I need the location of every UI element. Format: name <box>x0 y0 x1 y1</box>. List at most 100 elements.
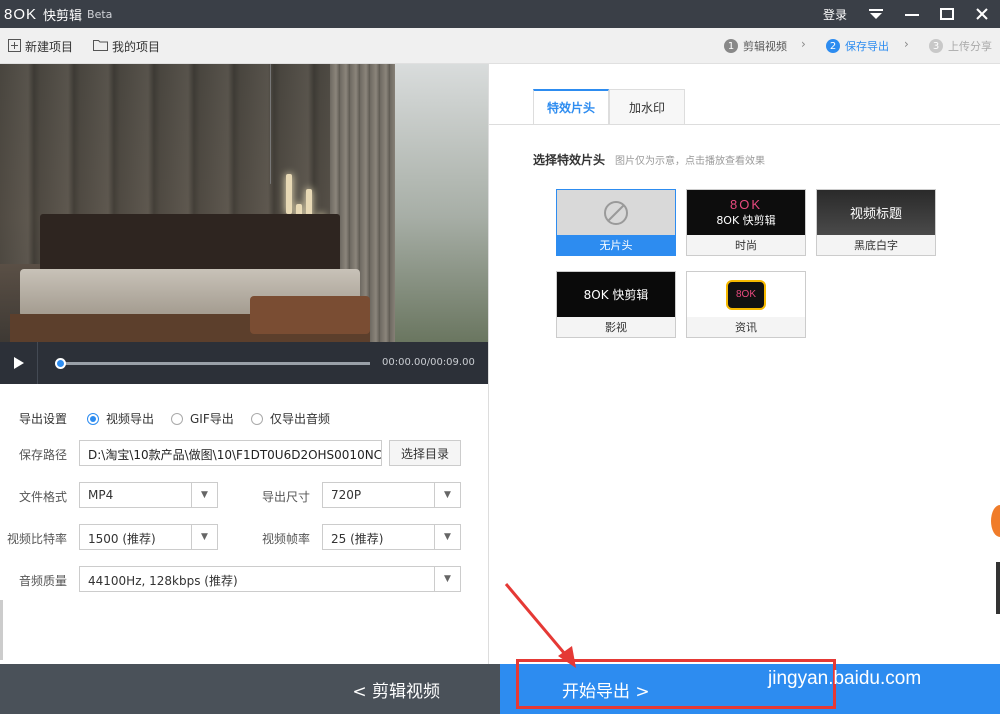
panel-divider <box>488 64 489 664</box>
intro-thumb: 8OK 快剪辑 <box>557 272 675 317</box>
preview-headboard <box>40 214 340 274</box>
save-path-label: 保存路径 <box>19 448 68 462</box>
intro-thumb: 视频标题 <box>817 190 935 235</box>
intro-thumb <box>557 190 675 235</box>
progress-track[interactable] <box>58 362 370 365</box>
new-project-button[interactable]: 新建项目 <box>8 38 73 55</box>
radio-dot <box>251 412 263 425</box>
step-save-export[interactable]: 2 保存导出 <box>826 38 889 54</box>
annotation-arrow-icon <box>504 583 576 668</box>
right-tabs: 特效片头 加水印 <box>533 89 685 124</box>
file-format-select[interactable]: MP4 ▼ <box>79 482 218 508</box>
save-path-field[interactable]: D:\淘宝\10款产品\做图\10\F1DT0U6D2OHS0010NC <box>79 440 382 466</box>
bitrate-label: 视频比特率 <box>7 532 68 546</box>
intro-thumb: 8OK <box>687 272 805 317</box>
caret-down-icon: ▼ <box>191 525 217 549</box>
intro-thumb-text: 8OK <box>735 289 756 300</box>
fps-label: 视频帧率 <box>262 532 311 546</box>
step-edit-video[interactable]: 1 剪辑视频 <box>724 38 787 54</box>
intro-card-none[interactable]: 无片头 <box>556 189 676 256</box>
logo-mark: 8OK <box>4 5 38 23</box>
chevron-right-icon: › <box>801 37 806 51</box>
intro-card-film[interactable]: 8OK 快剪辑 影视 <box>556 271 676 338</box>
my-projects-label: 我的项目 <box>112 40 161 54</box>
intro-thumb: 8OK 8OK 快剪辑 <box>687 190 805 235</box>
fps-select[interactable]: 25 (推荐) ▼ <box>322 524 461 550</box>
title-bar: 8OK 快剪辑 Beta 登录 <box>0 0 1000 28</box>
chevron-right-icon: › <box>904 37 909 51</box>
intro-caption: 黑底白字 <box>817 235 935 255</box>
select-value: 25 (推荐) <box>331 532 384 546</box>
export-settings-label: 导出设置 <box>19 412 68 426</box>
intro-caption: 资讯 <box>687 317 805 337</box>
radio-dot <box>87 412 99 425</box>
intro-thumb-text: 8OK 快剪辑 <box>716 214 776 227</box>
file-format-label: 文件格式 <box>19 490 68 504</box>
preview-ottoman <box>250 296 370 334</box>
folder-icon <box>93 39 108 54</box>
step-label: 剪辑视频 <box>743 40 787 53</box>
bitrate-select[interactable]: 1500 (推荐) ▼ <box>79 524 218 550</box>
tab-watermark[interactable]: 加水印 <box>609 89 685 124</box>
app-logo: 8OK 快剪辑 Beta <box>4 4 112 24</box>
radio-dot <box>171 412 183 425</box>
menu-dropdown-icon[interactable] <box>860 0 892 28</box>
watermark-brand: Baidu 经验 <box>770 613 922 646</box>
intro-caption: 时尚 <box>687 235 805 255</box>
caret-down-icon: ▼ <box>434 525 460 549</box>
intro-thumb-text: 8OK 快剪辑 <box>583 288 649 302</box>
radio-label: 视频导出 <box>106 412 155 426</box>
audio-quality-label: 音频质量 <box>19 574 68 588</box>
export-size-label: 导出尺寸 <box>262 490 311 504</box>
select-value: 1500 (推荐) <box>88 532 156 546</box>
select-value: 720P <box>331 488 362 502</box>
login-link[interactable]: 登录 <box>823 6 847 23</box>
browse-directory-button[interactable]: 选择目录 <box>389 440 461 466</box>
maximize-icon[interactable] <box>931 0 963 28</box>
left-edge-shadow <box>0 600 3 660</box>
radio-audio-export[interactable]: 仅导出音频 <box>251 410 330 427</box>
export-size-select[interactable]: 720P ▼ <box>322 482 461 508</box>
step-number: 3 <box>929 39 943 53</box>
intro-card-black-white[interactable]: 视频标题 黑底白字 <box>816 189 936 256</box>
minimize-icon[interactable] <box>896 0 928 28</box>
radio-label: GIF导出 <box>190 412 234 426</box>
app-beta-label: Beta <box>87 7 113 21</box>
floating-helper-icon[interactable] <box>989 503 1000 539</box>
app-name: 快剪辑 <box>43 8 83 24</box>
step-number: 2 <box>826 39 840 53</box>
caret-down-icon: ▼ <box>434 567 460 591</box>
plus-square-icon <box>8 38 21 55</box>
news-logo-icon: 8OK <box>726 279 766 310</box>
select-intro-title: 选择特效片头 <box>533 153 606 167</box>
watermark-url: jingyan.baidu.com <box>768 668 922 689</box>
intro-caption: 无片头 <box>557 235 675 255</box>
preview-lamp <box>286 174 292 214</box>
select-intro-hint: 图片仅为示意，点击播放查看效果 <box>615 156 765 167</box>
side-panel-handle[interactable] <box>996 562 1000 614</box>
back-to-edit-button[interactable]: < 剪辑视频 <box>0 664 500 714</box>
radio-gif-export[interactable]: GIF导出 <box>171 410 234 427</box>
intro-caption: 影视 <box>557 317 675 337</box>
select-value: 44100Hz, 128kbps (推荐) <box>88 574 238 588</box>
step-label: 保存导出 <box>845 40 889 53</box>
step-upload-share[interactable]: 3 上传分享 <box>929 38 992 54</box>
progress-knob[interactable] <box>55 358 66 369</box>
baidu-watermark: Baidu 经验 jingyan.baidu.com <box>748 604 978 694</box>
intro-card-news[interactable]: 8OK 资讯 <box>686 271 806 338</box>
close-icon[interactable] <box>966 0 998 28</box>
my-projects-button[interactable]: 我的项目 <box>93 38 160 55</box>
intro-thumb-text: 视频标题 <box>849 207 902 222</box>
tab-intro-effects[interactable]: 特效片头 <box>533 89 609 124</box>
step-label: 上传分享 <box>948 40 992 53</box>
audio-quality-select[interactable]: 44100Hz, 128kbps (推荐) ▼ <box>79 566 461 592</box>
select-value: MP4 <box>88 488 114 502</box>
player-controls: 00:00.00/00:09.00 <box>0 342 488 384</box>
preview-window <box>395 64 488 342</box>
preview-lamp-cord <box>270 64 271 184</box>
play-icon[interactable] <box>0 342 38 384</box>
radio-video-export[interactable]: 视频导出 <box>87 410 154 427</box>
intro-card-fashion[interactable]: 8OK 8OK 快剪辑 时尚 <box>686 189 806 256</box>
video-preview[interactable] <box>0 64 488 342</box>
no-entry-icon <box>604 200 628 225</box>
